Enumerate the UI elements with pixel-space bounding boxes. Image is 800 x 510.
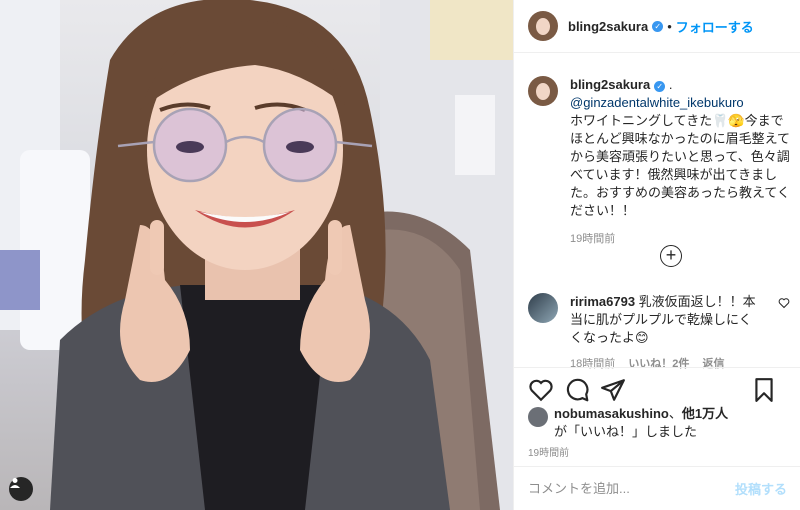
commenter-username[interactable]: ririma6793 [570,294,635,309]
caption-avatar[interactable] [528,76,558,106]
post-caption: bling2sakura ✓ . @ginzadentalwhite_ikebuk… [528,76,790,248]
caption-suffix: . [665,77,673,92]
likes-suffix: が「いいね！」しました [554,424,698,439]
verified-icon: ✓ [652,20,664,32]
heart-icon[interactable] [528,377,554,403]
photo-illustration [0,0,513,510]
add-comment-bar: 投稿する [514,466,800,510]
share-icon[interactable] [600,377,626,403]
comment-item: ririma6793 乳液仮面返し！！本当に肌がプルプルで乾燥しにくくなったよ😊… [528,293,790,371]
comment-input[interactable] [528,481,735,496]
instagram-post-modal: bling2sakura ✓ • フォローする bling2sakura ✓ . … [0,0,800,510]
author-avatar[interactable] [528,11,558,41]
post-time: 19時間前 [528,448,570,459]
post-comment-button[interactable]: 投稿する [735,479,787,498]
likes-separator: 、 [668,406,682,421]
load-more-comments-icon[interactable]: + [660,245,682,267]
caption-text: ホワイトニングしてきた🦷🫣今までほとんど興味なかったのに眉毛整えてから美容頑張り… [570,113,790,218]
verified-icon: ✓ [654,81,666,92]
follow-button[interactable]: フォローする [676,17,754,36]
liker-avatar[interactable] [528,407,548,427]
caption-mention[interactable]: @ginzadentalwhite_ikebukuro [570,94,790,112]
liker-username[interactable]: nobumasakushino [554,406,669,421]
author-username[interactable]: bling2sakura [568,19,648,34]
person-icon [10,478,20,488]
bookmark-icon[interactable] [751,377,777,403]
tagged-user-icon[interactable] [9,477,33,501]
caption-username[interactable]: bling2sakura [570,77,650,92]
likes-others[interactable]: 他1万人 [682,406,728,421]
likes-summary: nobumasakushino、他1万人 が「いいね！」しました [528,405,790,441]
comment-icon[interactable] [564,377,590,403]
post-photo[interactable] [0,0,513,510]
header-separator: • [667,18,672,34]
post-panel: bling2sakura ✓ • フォローする bling2sakura ✓ . … [513,0,800,510]
caption-time: 19時間前 [570,233,616,245]
commenter-avatar[interactable] [528,293,558,323]
comment-heart-icon[interactable] [778,297,790,309]
post-header: bling2sakura ✓ • フォローする [514,0,800,53]
